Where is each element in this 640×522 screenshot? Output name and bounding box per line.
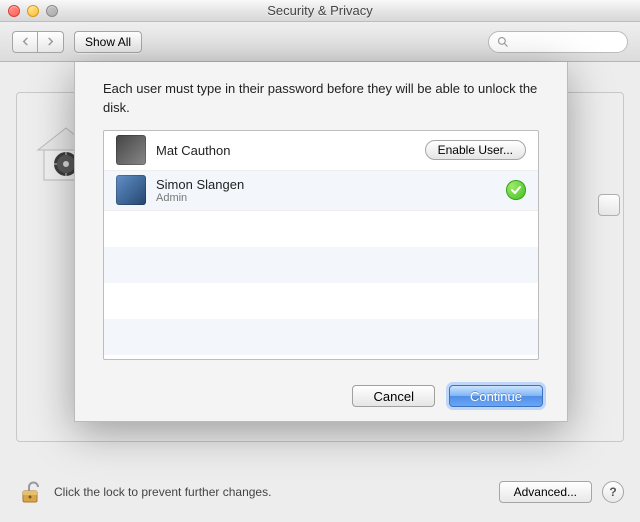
search-field[interactable] bbox=[488, 31, 628, 53]
minimize-window-button[interactable] bbox=[27, 5, 39, 17]
lock-help-text: Click the lock to prevent further change… bbox=[54, 485, 489, 499]
user-role: Admin bbox=[156, 192, 244, 204]
zoom-window-button[interactable] bbox=[46, 5, 58, 17]
user-row[interactable]: Mat Cauthon Enable User... bbox=[104, 131, 538, 171]
partial-button-edge bbox=[598, 194, 620, 216]
window-title: Security & Privacy bbox=[0, 3, 640, 18]
lock-open-icon bbox=[17, 479, 43, 505]
sheet-button-row: Cancel Continue bbox=[352, 385, 543, 407]
toolbar: Show All bbox=[0, 22, 640, 62]
window-titlebar: Security & Privacy bbox=[0, 0, 640, 22]
enabled-check-icon bbox=[506, 180, 526, 200]
close-window-button[interactable] bbox=[8, 5, 20, 17]
nav-forward-button[interactable] bbox=[38, 31, 64, 53]
advanced-button[interactable]: Advanced... bbox=[499, 481, 592, 503]
continue-button[interactable]: Continue bbox=[449, 385, 543, 407]
user-row[interactable]: Simon Slangen Admin bbox=[104, 171, 538, 211]
search-icon bbox=[497, 36, 509, 48]
empty-row bbox=[104, 211, 538, 247]
cancel-button[interactable]: Cancel bbox=[352, 385, 434, 407]
user-list: Mat Cauthon Enable User... Simon Slangen… bbox=[103, 130, 539, 360]
lock-button[interactable] bbox=[16, 478, 44, 506]
show-all-button[interactable]: Show All bbox=[74, 31, 142, 53]
chevron-left-icon bbox=[21, 37, 30, 46]
help-button[interactable]: ? bbox=[602, 481, 624, 503]
avatar bbox=[116, 175, 146, 205]
enable-user-button[interactable]: Enable User... bbox=[425, 140, 526, 160]
avatar bbox=[116, 135, 146, 165]
filevault-users-sheet: Each user must type in their password be… bbox=[74, 62, 568, 422]
empty-row bbox=[104, 319, 538, 355]
nav-segmented bbox=[12, 31, 64, 53]
nav-back-button[interactable] bbox=[12, 31, 38, 53]
empty-row bbox=[104, 283, 538, 319]
empty-row bbox=[104, 247, 538, 283]
user-name: Simon Slangen bbox=[156, 177, 244, 192]
footer-bar: Click the lock to prevent further change… bbox=[0, 462, 640, 522]
window-traffic-lights bbox=[8, 5, 58, 17]
sheet-message: Each user must type in their password be… bbox=[75, 62, 567, 130]
chevron-right-icon bbox=[46, 37, 55, 46]
user-name: Mat Cauthon bbox=[156, 143, 230, 158]
